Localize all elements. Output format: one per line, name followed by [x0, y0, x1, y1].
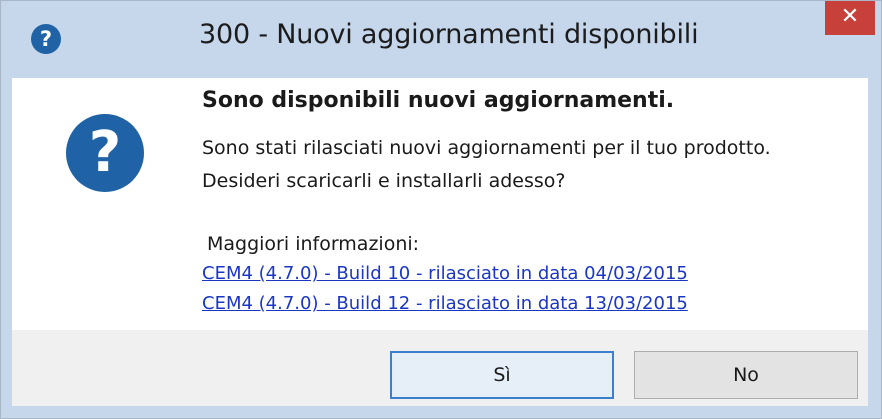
- title-bar[interactable]: ? 300 - Nuovi aggiornamenti disponibili …: [1, 1, 881, 78]
- more-info-label: Maggiori informazioni:: [207, 233, 420, 255]
- dialog-window: ? 300 - Nuovi aggiornamenti disponibili …: [0, 0, 882, 419]
- build-10-link[interactable]: CEM4 (4.7.0) - Build 10 - rilasciato in …: [202, 263, 688, 284]
- button-bar: Sì No: [12, 330, 868, 406]
- window-title: 300 - Nuovi aggiornamenti disponibili: [199, 19, 699, 50]
- message-line-2: Desideri scaricarli e installarli adesso…: [202, 170, 566, 192]
- no-button[interactable]: No: [634, 351, 858, 399]
- dialog-content: ? Sono disponibili nuovi aggiornamenti. …: [12, 78, 868, 330]
- message-line-1: Sono stati rilasciati nuovi aggiornament…: [202, 137, 771, 159]
- question-icon: ?: [66, 114, 144, 192]
- yes-button[interactable]: Sì: [390, 351, 614, 399]
- close-icon: ✕: [840, 4, 860, 29]
- close-button[interactable]: ✕: [825, 1, 875, 35]
- help-icon: ?: [31, 24, 61, 54]
- dialog-heading: Sono disponibili nuovi aggiornamenti.: [202, 88, 675, 113]
- build-12-link[interactable]: CEM4 (4.7.0) - Build 12 - rilasciato in …: [202, 293, 688, 314]
